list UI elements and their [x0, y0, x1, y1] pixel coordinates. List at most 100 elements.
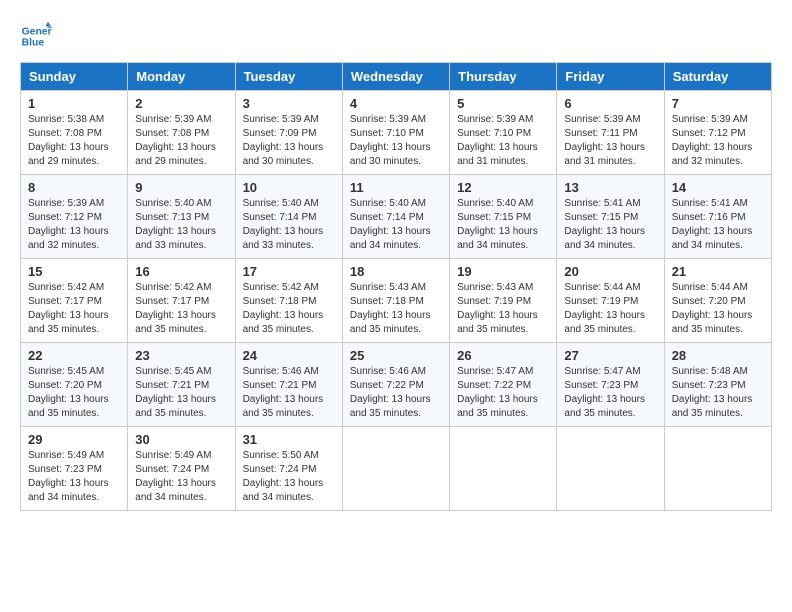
calendar-week-3: 15 Sunrise: 5:42 AMSunset: 7:17 PMDaylig…: [21, 259, 772, 343]
day-number: 16: [135, 264, 227, 279]
cell-content: Sunrise: 5:50 AMSunset: 7:24 PMDaylight:…: [243, 449, 335, 505]
calendar-cell: 13 Sunrise: 5:41 AMSunset: 7:15 PMDaylig…: [557, 175, 664, 259]
logo-icon: General Blue: [20, 20, 52, 52]
cell-content: Sunrise: 5:47 AMSunset: 7:22 PMDaylight:…: [457, 365, 549, 421]
svg-text:Blue: Blue: [22, 38, 45, 49]
header-sunday: Sunday: [21, 63, 128, 91]
day-number: 1: [28, 96, 120, 111]
calendar-cell: 23 Sunrise: 5:45 AMSunset: 7:21 PMDaylig…: [128, 343, 235, 427]
cell-content: Sunrise: 5:39 AMSunset: 7:11 PMDaylight:…: [564, 113, 656, 169]
cell-content: Sunrise: 5:38 AMSunset: 7:08 PMDaylight:…: [28, 113, 120, 169]
day-number: 18: [350, 264, 442, 279]
calendar-week-1: 1 Sunrise: 5:38 AMSunset: 7:08 PMDayligh…: [21, 91, 772, 175]
day-number: 9: [135, 180, 227, 195]
cell-content: Sunrise: 5:43 AMSunset: 7:18 PMDaylight:…: [350, 281, 442, 337]
cell-content: Sunrise: 5:40 AMSunset: 7:14 PMDaylight:…: [350, 197, 442, 253]
cell-content: Sunrise: 5:39 AMSunset: 7:09 PMDaylight:…: [243, 113, 335, 169]
logo: General Blue: [20, 20, 58, 52]
calendar-cell: 14 Sunrise: 5:41 AMSunset: 7:16 PMDaylig…: [664, 175, 771, 259]
calendar-table: SundayMondayTuesdayWednesdayThursdayFrid…: [20, 62, 772, 511]
calendar-cell: [450, 427, 557, 511]
header-monday: Monday: [128, 63, 235, 91]
calendar-cell: 30 Sunrise: 5:49 AMSunset: 7:24 PMDaylig…: [128, 427, 235, 511]
calendar-cell: 28 Sunrise: 5:48 AMSunset: 7:23 PMDaylig…: [664, 343, 771, 427]
day-number: 11: [350, 180, 442, 195]
day-number: 10: [243, 180, 335, 195]
cell-content: Sunrise: 5:49 AMSunset: 7:24 PMDaylight:…: [135, 449, 227, 505]
day-number: 6: [564, 96, 656, 111]
header-tuesday: Tuesday: [235, 63, 342, 91]
day-number: 19: [457, 264, 549, 279]
cell-content: Sunrise: 5:40 AMSunset: 7:13 PMDaylight:…: [135, 197, 227, 253]
calendar-cell: 22 Sunrise: 5:45 AMSunset: 7:20 PMDaylig…: [21, 343, 128, 427]
cell-content: Sunrise: 5:40 AMSunset: 7:14 PMDaylight:…: [243, 197, 335, 253]
calendar-cell: 21 Sunrise: 5:44 AMSunset: 7:20 PMDaylig…: [664, 259, 771, 343]
day-number: 27: [564, 348, 656, 363]
calendar-cell: 6 Sunrise: 5:39 AMSunset: 7:11 PMDayligh…: [557, 91, 664, 175]
cell-content: Sunrise: 5:42 AMSunset: 7:18 PMDaylight:…: [243, 281, 335, 337]
day-number: 2: [135, 96, 227, 111]
calendar-cell: [557, 427, 664, 511]
day-number: 28: [672, 348, 764, 363]
page-header: General Blue: [20, 20, 772, 52]
cell-content: Sunrise: 5:41 AMSunset: 7:15 PMDaylight:…: [564, 197, 656, 253]
calendar-cell: 16 Sunrise: 5:42 AMSunset: 7:17 PMDaylig…: [128, 259, 235, 343]
cell-content: Sunrise: 5:39 AMSunset: 7:10 PMDaylight:…: [457, 113, 549, 169]
day-number: 17: [243, 264, 335, 279]
calendar-cell: 26 Sunrise: 5:47 AMSunset: 7:22 PMDaylig…: [450, 343, 557, 427]
calendar-cell: 9 Sunrise: 5:40 AMSunset: 7:13 PMDayligh…: [128, 175, 235, 259]
day-number: 30: [135, 432, 227, 447]
day-number: 21: [672, 264, 764, 279]
cell-content: Sunrise: 5:39 AMSunset: 7:10 PMDaylight:…: [350, 113, 442, 169]
day-number: 3: [243, 96, 335, 111]
cell-content: Sunrise: 5:49 AMSunset: 7:23 PMDaylight:…: [28, 449, 120, 505]
day-number: 5: [457, 96, 549, 111]
day-number: 4: [350, 96, 442, 111]
calendar-week-5: 29 Sunrise: 5:49 AMSunset: 7:23 PMDaylig…: [21, 427, 772, 511]
day-number: 20: [564, 264, 656, 279]
calendar-cell: [342, 427, 449, 511]
cell-content: Sunrise: 5:43 AMSunset: 7:19 PMDaylight:…: [457, 281, 549, 337]
calendar-cell: 24 Sunrise: 5:46 AMSunset: 7:21 PMDaylig…: [235, 343, 342, 427]
calendar-cell: 12 Sunrise: 5:40 AMSunset: 7:15 PMDaylig…: [450, 175, 557, 259]
cell-content: Sunrise: 5:48 AMSunset: 7:23 PMDaylight:…: [672, 365, 764, 421]
cell-content: Sunrise: 5:46 AMSunset: 7:22 PMDaylight:…: [350, 365, 442, 421]
cell-content: Sunrise: 5:39 AMSunset: 7:12 PMDaylight:…: [672, 113, 764, 169]
svg-text:General: General: [22, 26, 52, 37]
cell-content: Sunrise: 5:47 AMSunset: 7:23 PMDaylight:…: [564, 365, 656, 421]
day-number: 13: [564, 180, 656, 195]
cell-content: Sunrise: 5:44 AMSunset: 7:20 PMDaylight:…: [672, 281, 764, 337]
header-thursday: Thursday: [450, 63, 557, 91]
cell-content: Sunrise: 5:39 AMSunset: 7:08 PMDaylight:…: [135, 113, 227, 169]
cell-content: Sunrise: 5:39 AMSunset: 7:12 PMDaylight:…: [28, 197, 120, 253]
day-number: 12: [457, 180, 549, 195]
header-wednesday: Wednesday: [342, 63, 449, 91]
cell-content: Sunrise: 5:45 AMSunset: 7:21 PMDaylight:…: [135, 365, 227, 421]
calendar-cell: 7 Sunrise: 5:39 AMSunset: 7:12 PMDayligh…: [664, 91, 771, 175]
day-number: 26: [457, 348, 549, 363]
day-number: 22: [28, 348, 120, 363]
day-number: 29: [28, 432, 120, 447]
calendar-cell: 3 Sunrise: 5:39 AMSunset: 7:09 PMDayligh…: [235, 91, 342, 175]
calendar-cell: 15 Sunrise: 5:42 AMSunset: 7:17 PMDaylig…: [21, 259, 128, 343]
calendar-cell: 29 Sunrise: 5:49 AMSunset: 7:23 PMDaylig…: [21, 427, 128, 511]
header-friday: Friday: [557, 63, 664, 91]
calendar-cell: 18 Sunrise: 5:43 AMSunset: 7:18 PMDaylig…: [342, 259, 449, 343]
calendar-cell: 4 Sunrise: 5:39 AMSunset: 7:10 PMDayligh…: [342, 91, 449, 175]
calendar-cell: 5 Sunrise: 5:39 AMSunset: 7:10 PMDayligh…: [450, 91, 557, 175]
calendar-cell: 2 Sunrise: 5:39 AMSunset: 7:08 PMDayligh…: [128, 91, 235, 175]
day-number: 8: [28, 180, 120, 195]
calendar-cell: 31 Sunrise: 5:50 AMSunset: 7:24 PMDaylig…: [235, 427, 342, 511]
day-number: 25: [350, 348, 442, 363]
calendar-cell: 11 Sunrise: 5:40 AMSunset: 7:14 PMDaylig…: [342, 175, 449, 259]
calendar-cell: 1 Sunrise: 5:38 AMSunset: 7:08 PMDayligh…: [21, 91, 128, 175]
cell-content: Sunrise: 5:42 AMSunset: 7:17 PMDaylight:…: [28, 281, 120, 337]
calendar-header-row: SundayMondayTuesdayWednesdayThursdayFrid…: [21, 63, 772, 91]
day-number: 7: [672, 96, 764, 111]
day-number: 24: [243, 348, 335, 363]
calendar-cell: 27 Sunrise: 5:47 AMSunset: 7:23 PMDaylig…: [557, 343, 664, 427]
calendar-cell: 25 Sunrise: 5:46 AMSunset: 7:22 PMDaylig…: [342, 343, 449, 427]
cell-content: Sunrise: 5:42 AMSunset: 7:17 PMDaylight:…: [135, 281, 227, 337]
cell-content: Sunrise: 5:40 AMSunset: 7:15 PMDaylight:…: [457, 197, 549, 253]
day-number: 23: [135, 348, 227, 363]
